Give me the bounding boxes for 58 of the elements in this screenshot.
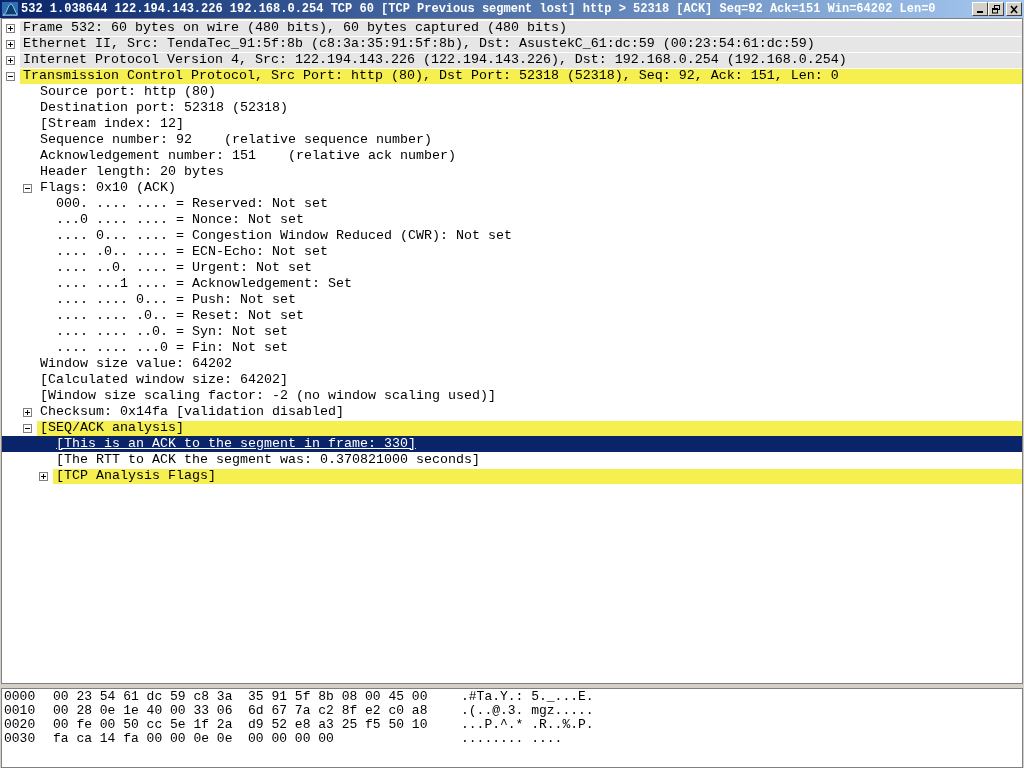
minimize-button[interactable]: [972, 2, 988, 16]
hex-bytes: 00 fe 00 50 cc 5e 1f 2a d9 52 e8 a3 25 f5 50 10: [53, 718, 429, 732]
minimize-icon: [977, 11, 983, 13]
tree-item[interactable]: .... 0... .... = Congestion Window Reduced (CWR): Not set: [53, 228, 512, 244]
tree-item[interactable]: Checksum: 0x14fa [validation disabled]: [37, 404, 344, 420]
expand-icon[interactable]: [39, 472, 48, 481]
hex-offset: 0000: [4, 690, 37, 704]
tree-item[interactable]: Ethernet II, Src: TendaTec_91:5f:8b (c8:3a:35:91:5f:8b), Dst: AsustekC_61:dc:59 (00:23:54:61:dc:59): [20, 36, 815, 52]
tree-item[interactable]: Destination port: 52318 (52318): [37, 100, 288, 116]
tree-item[interactable]: Source port: http (80): [37, 84, 216, 100]
tree-item[interactable]: Header length: 20 bytes: [37, 164, 224, 180]
tree-item[interactable]: [SEQ/ACK analysis]: [37, 420, 184, 436]
expand-icon[interactable]: [6, 56, 15, 65]
selected-tree-row[interactable]: [This is an ACK to the segment in frame: 330]: [2, 436, 1022, 452]
restore-icon: [991, 4, 1001, 14]
hex-bytes: 00 23 54 61 dc 59 c8 3a 35 91 5f 8b 08 00 45 00: [53, 690, 429, 704]
close-icon: [1009, 4, 1019, 14]
tree-item[interactable]: .... .... 0... = Push: Not set: [53, 292, 296, 308]
tree-item[interactable]: [The RTT to ACK the segment was: 0.370821000 seconds]: [53, 452, 480, 468]
tree-item[interactable]: .... .... ...0 = Fin: Not set: [53, 340, 288, 356]
ascii-bytes: .(..@.3. mgz.....: [461, 704, 594, 718]
tree-item[interactable]: [Stream index: 12]: [37, 116, 184, 132]
fin-icon: [2, 2, 18, 16]
expand-icon[interactable]: [6, 24, 15, 33]
tree-item[interactable]: Flags: 0x10 (ACK): [37, 180, 176, 196]
collapse-icon[interactable]: [23, 424, 32, 433]
tree-item[interactable]: Internet Protocol Version 4, Src: 122.194.143.226 (122.194.143.226), Dst: 192.168.0.254 (192.168.0.254): [20, 52, 847, 68]
tree-item[interactable]: Transmission Control Protocol, Src Port: http (80), Dst Port: 52318 (52318), Seq: 92, Ack: 151, Len: 0: [20, 68, 839, 84]
collapse-icon[interactable]: [23, 184, 32, 193]
tree-item[interactable]: .... .0.. .... = ECN-Echo: Not set: [53, 244, 328, 260]
collapse-icon[interactable]: [6, 72, 15, 81]
tree-item[interactable]: [Calculated window size: 64202]: [37, 372, 288, 388]
expand-icon[interactable]: [23, 408, 32, 417]
tree-item[interactable]: [Window size scaling factor: -2 (no window scaling used)]: [37, 388, 496, 404]
tree-item[interactable]: [TCP Analysis Flags]: [53, 468, 216, 484]
tree-item[interactable]: [This is an ACK to the segment in frame: 330]: [53, 436, 416, 452]
tree-item[interactable]: Sequence number: 92 (relative sequence number): [37, 132, 432, 148]
tree-item[interactable]: .... .... ..0. = Syn: Not set: [53, 324, 288, 340]
tree-item[interactable]: ...0 .... .... = Nonce: Not set: [53, 212, 304, 228]
close-button[interactable]: [1006, 2, 1022, 16]
ascii-bytes: .#Ta.Y.: 5._...E.: [461, 690, 594, 704]
tree-item[interactable]: 000. .... .... = Reserved: Not set: [53, 196, 328, 212]
tree-item[interactable]: .... .... .0.. = Reset: Not set: [53, 308, 304, 324]
tree-item[interactable]: .... ..0. .... = Urgent: Not set: [53, 260, 312, 276]
ascii-bytes: ...P.^.* .R..%.P.: [461, 718, 594, 732]
ascii-bytes: ........ ....: [461, 732, 563, 746]
tree-item[interactable]: .... ...1 .... = Acknowledgement: Set: [53, 276, 352, 292]
hex-offset: 0020: [4, 718, 37, 732]
hex-bytes: 00 28 0e 1e 40 00 33 06 6d 67 7a c2 8f e2 c0 a8: [53, 704, 429, 718]
window-title: 532 1.038644 122.194.143.226 192.168.0.254 TCP 60 [TCP Previous segment lost] http > 52318 [ACK] Seq=92 Ack=151 Win=64202 Len=0: [21, 1, 937, 18]
tree-item[interactable]: Window size value: 64202: [37, 356, 232, 372]
tree-item[interactable]: Acknowledgement number: 151 (relative ack number): [37, 148, 456, 164]
hex-bytes: fa ca 14 fa 00 00 0e 0e 00 00 00 00: [53, 732, 335, 746]
hex-offset: 0010: [4, 704, 37, 718]
expand-icon[interactable]: [6, 40, 15, 49]
restore-button[interactable]: [988, 2, 1004, 16]
hex-offset: 0030: [4, 732, 37, 746]
tree-item[interactable]: Frame 532: 60 bytes on wire (480 bits), 60 bytes captured (480 bits): [20, 20, 567, 36]
